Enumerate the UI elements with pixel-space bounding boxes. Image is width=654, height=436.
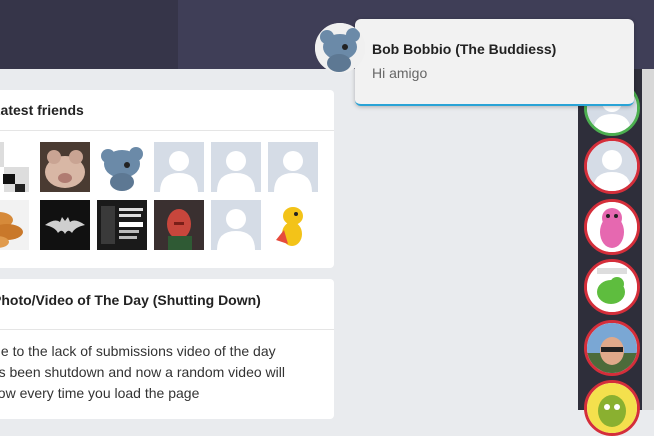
- sidebar-friend-avatar[interactable]: [584, 259, 640, 315]
- page-scrollbar[interactable]: [642, 69, 654, 410]
- friend-avatar-pig[interactable]: [40, 142, 90, 192]
- latest-friends-title: Latest friends: [0, 90, 334, 131]
- description-line: has been shutdown and now a random video…: [0, 364, 285, 380]
- sidebar-friend-avatar[interactable]: [584, 320, 640, 376]
- sidebar-friend-avatar[interactable]: [584, 138, 640, 194]
- friend-avatar-rat[interactable]: [97, 142, 147, 192]
- notification-avatar: [315, 23, 365, 73]
- friend-avatar-pixel[interactable]: [0, 142, 29, 192]
- photo-of-the-day-card: Photo/Video of The Day (Shutting Down) D…: [0, 279, 334, 419]
- navbar-left-section: [0, 0, 178, 69]
- friend-avatar-poster[interactable]: [97, 200, 147, 250]
- notification-sender-name: Bob Bobbio (The Buddiess): [372, 41, 557, 57]
- description-line: show every time you load the page: [0, 385, 200, 401]
- friend-avatar-food[interactable]: [0, 200, 29, 250]
- friend-avatar-default[interactable]: [211, 142, 261, 192]
- photo-of-the-day-description: Due to the lack of submissions video of …: [0, 341, 303, 404]
- friend-avatar-default[interactable]: [268, 142, 318, 192]
- photo-of-the-day-title: Photo/Video of The Day (Shutting Down): [0, 279, 334, 330]
- friend-avatar-default[interactable]: [211, 200, 261, 250]
- description-line: Due to the lack of submissions video of …: [0, 343, 276, 359]
- friend-avatar-dino[interactable]: [268, 200, 318, 250]
- latest-friends-card: Latest friends: [0, 90, 334, 268]
- friend-avatar-default[interactable]: [154, 142, 204, 192]
- friend-avatar-batman[interactable]: [40, 200, 90, 250]
- sidebar-friend-avatar[interactable]: [584, 199, 640, 255]
- chat-notification-popup[interactable]: Bob Bobbio (The Buddiess) Hi amigo: [355, 19, 634, 106]
- friend-avatar-vision[interactable]: [154, 200, 204, 250]
- sidebar-friend-avatar[interactable]: [584, 380, 640, 436]
- notification-message: Hi amigo: [372, 65, 428, 81]
